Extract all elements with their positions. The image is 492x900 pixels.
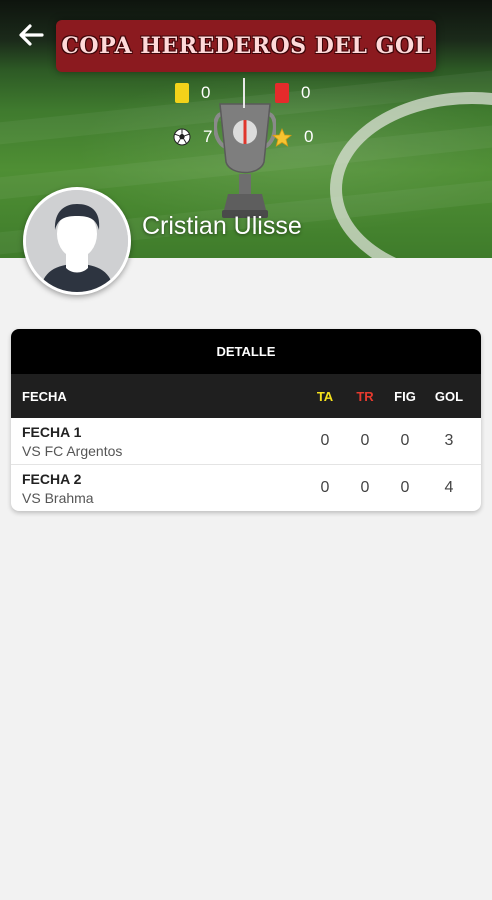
yellow-cards-stat: 0: [175, 83, 210, 103]
fecha-label: FECHA 2: [22, 470, 82, 487]
star-icon: [272, 127, 292, 147]
tournament-title: COPA HEREDEROS DEL GOL: [61, 33, 431, 59]
player-name: Cristian Ulisse: [142, 212, 302, 240]
gol-value: 4: [444, 479, 454, 496]
ta-value: 0: [320, 432, 330, 449]
table-row[interactable]: FECHA 2 VS Brahma 0 0 0 4: [11, 465, 481, 511]
player-avatar: [23, 187, 131, 295]
column-ta: TA: [316, 388, 334, 404]
trophy-icon: [214, 103, 276, 218]
gol-value: 3: [444, 432, 454, 449]
table-header-row: FECHA TA TR FIG GOL: [11, 374, 481, 418]
tr-value: 0: [360, 479, 370, 496]
fecha-label: FECHA 1: [22, 423, 82, 440]
column-gol: GOL: [434, 388, 464, 404]
detail-table: DETALLE FECHA TA TR FIG GOL FECHA 1 VS F…: [11, 329, 481, 511]
fecha-cell: FECHA 2 VS Brahma: [11, 471, 305, 506]
goals-count: 7: [203, 127, 213, 146]
stats-divider: [243, 78, 245, 108]
column-fig: FIG: [394, 388, 416, 404]
fecha-cell: FECHA 1 VS FC Argentos: [11, 424, 305, 459]
column-fecha: FECHA: [22, 388, 67, 404]
red-cards-count: 0: [301, 83, 311, 102]
goals-stat: 7: [173, 127, 212, 147]
column-tr: TR: [356, 388, 374, 404]
yellow-card-icon: [175, 83, 189, 103]
red-card-icon: [275, 83, 289, 103]
table-row[interactable]: FECHA 1 VS FC Argentos 0 0 0 3: [11, 418, 481, 465]
red-cards-stat: 0: [275, 83, 310, 103]
rival-label: VS FC Argentos: [22, 442, 123, 459]
arrow-left-icon: [19, 24, 44, 46]
yellow-cards-count: 0: [201, 83, 211, 102]
mvp-count: 0: [304, 127, 314, 146]
back-button[interactable]: [14, 18, 48, 52]
fig-value: 0: [400, 432, 410, 449]
tr-value: 0: [360, 432, 370, 449]
ta-value: 0: [320, 479, 330, 496]
soccer-ball-icon: [173, 128, 191, 146]
tournament-title-banner: COPA HEREDEROS DEL GOL: [56, 20, 436, 72]
pitch-line: [330, 92, 492, 258]
rival-label: VS Brahma: [22, 489, 94, 506]
fig-value: 0: [400, 479, 410, 496]
mvp-stat: 0: [272, 127, 313, 147]
avatar-placeholder-icon: [26, 190, 128, 292]
detail-title: DETALLE: [11, 329, 481, 374]
